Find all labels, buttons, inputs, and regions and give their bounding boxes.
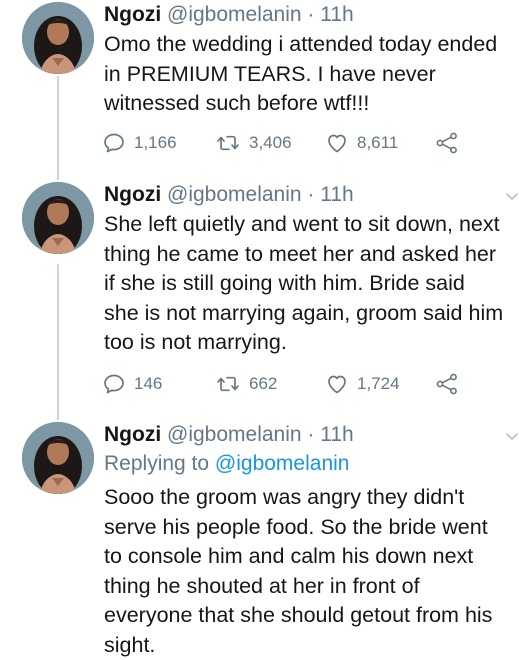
avatar-image — [22, 422, 94, 494]
retweet-button[interactable]: 662 — [215, 371, 277, 397]
replying-to-handle[interactable]: @igbomelanin — [215, 452, 350, 475]
tweet-text-line: sight. — [104, 632, 156, 657]
tweet-text-line: thing he shouted at her in front of — [104, 573, 420, 598]
reply-count: 146 — [134, 374, 163, 393]
tweet-text-line: if she is still going with him. Bride sa… — [104, 271, 465, 295]
author-handle[interactable]: @igbomelanin — [167, 423, 302, 446]
retweet-button[interactable]: 3,406 — [215, 130, 292, 156]
separator: · — [307, 3, 315, 26]
avatar-image — [22, 2, 94, 74]
tweet-text: She left quietly and went to sit down, n… — [104, 210, 524, 358]
heart-icon — [325, 131, 349, 155]
tweet-text-line: Omo the wedding i attended today ended — [104, 32, 498, 56]
tweet-text-line: to console him and calm his down next — [104, 544, 474, 568]
timestamp[interactable]: 11h — [320, 423, 353, 446]
share-icon — [435, 131, 459, 155]
share-button[interactable] — [435, 130, 467, 156]
author-name[interactable]: Ngozi — [104, 3, 161, 26]
tweet-text-line: She left quietly and went to sit down, n… — [104, 212, 500, 236]
retweet-icon — [215, 131, 241, 155]
avatar[interactable] — [22, 2, 94, 74]
chevron-down-icon[interactable] — [504, 428, 520, 444]
retweet-count: 3,406 — [249, 133, 292, 152]
tweet-text-line: serve his people food. So the bride went — [104, 514, 488, 539]
avatar[interactable] — [22, 422, 94, 494]
tweet[interactable]: Ngozi @igbomelanin · 11h Replying to @ig… — [0, 420, 530, 660]
replying-to: Replying to @igbomelanin — [104, 452, 349, 476]
tweet-text-line: too is not marrying. — [104, 330, 287, 354]
share-button[interactable] — [435, 371, 467, 397]
tweet-text-line: she is not marrying again, groom said hi… — [104, 300, 504, 325]
chevron-down-icon[interactable] — [504, 188, 520, 204]
timestamp[interactable]: 11h — [320, 3, 353, 26]
reply-icon — [102, 372, 126, 396]
reply-icon — [102, 131, 126, 155]
like-button[interactable]: 8,611 — [325, 130, 398, 156]
reply-button[interactable]: 1,166 — [102, 130, 177, 156]
avatar-image — [22, 182, 94, 254]
tweet-header: Ngozi @igbomelanin · 11h — [104, 3, 354, 27]
reply-count: 1,166 — [134, 133, 177, 152]
tweet-text-line: thing he came to meet her and asked her — [104, 241, 497, 266]
tweet-header: Ngozi @igbomelanin · 11h — [104, 183, 354, 207]
author-handle[interactable]: @igbomelanin — [167, 183, 302, 206]
author-name[interactable]: Ngozi — [104, 183, 161, 206]
tweet-text-line: Sooo the groom was angry they didn't — [104, 485, 465, 509]
tweet[interactable]: Ngozi @igbomelanin · 11h She left quietl… — [0, 180, 530, 420]
author-name[interactable]: Ngozi — [104, 423, 161, 446]
heart-icon — [325, 372, 349, 396]
reply-button[interactable]: 146 — [102, 371, 162, 397]
author-handle[interactable]: @igbomelanin — [167, 3, 302, 26]
avatar[interactable] — [22, 182, 94, 254]
tweet[interactable]: Ngozi @igbomelanin · 11h Omo the wedding… — [0, 0, 530, 180]
tweet-text-line: witnessed such before wtf!!! — [104, 91, 370, 115]
timestamp[interactable]: 11h — [320, 183, 353, 206]
like-count: 8,611 — [357, 133, 399, 152]
tweet-text: Omo the wedding i attended today ended i… — [104, 30, 524, 119]
tweet-text: Sooo the groom was angry they didn't ser… — [104, 483, 524, 660]
replying-to-label: Replying to — [104, 452, 210, 475]
tweet-text-line: in PREMIUM TEARS. I have never — [104, 61, 436, 86]
retweet-icon — [215, 372, 241, 396]
retweet-count: 662 — [249, 374, 278, 393]
share-icon — [435, 372, 459, 396]
separator: · — [307, 183, 315, 206]
like-count: 1,724 — [357, 374, 400, 393]
tweet-header: Ngozi @igbomelanin · 11h — [104, 423, 354, 447]
separator: · — [307, 423, 315, 446]
like-button[interactable]: 1,724 — [325, 371, 400, 397]
tweet-text-line: everyone that she should getout from his — [104, 603, 493, 627]
